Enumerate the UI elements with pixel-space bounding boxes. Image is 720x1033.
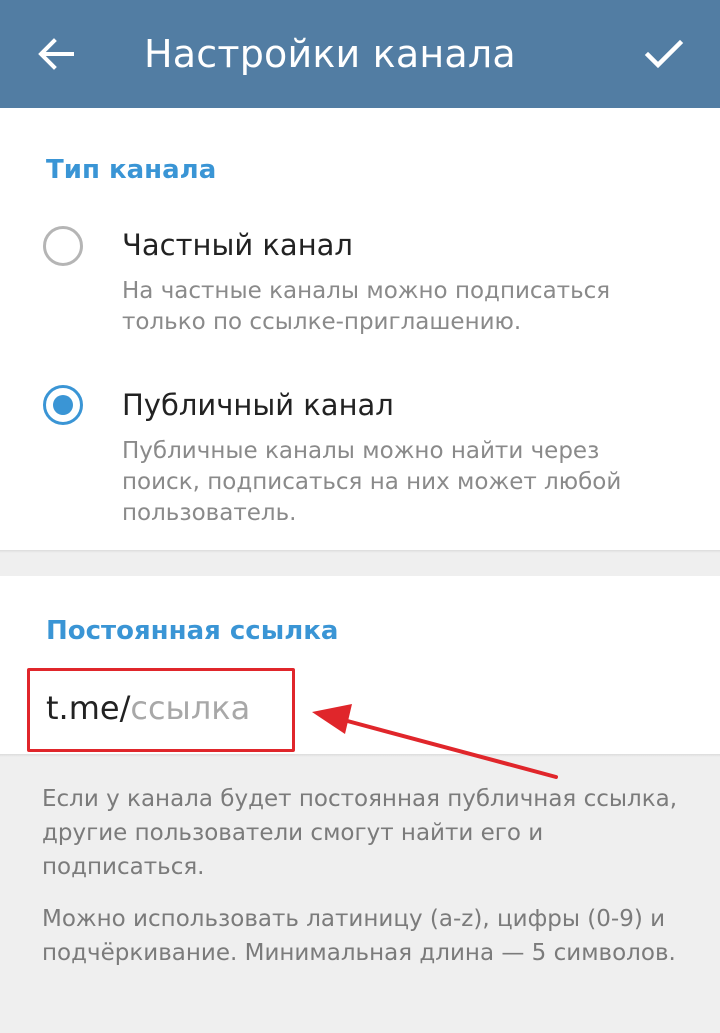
- link-rules-text: Можно использовать латиницу (a-z), цифры…: [42, 906, 676, 966]
- divider: [0, 754, 720, 757]
- app-bar: Настройки канала: [0, 0, 720, 108]
- channel-type-heading: Тип канала: [46, 155, 217, 185]
- public-channel-label[interactable]: Публичный канал: [122, 388, 394, 422]
- annotation-highlight-box: [27, 668, 295, 752]
- divider: [0, 550, 720, 553]
- arrow-left-icon: [38, 38, 74, 70]
- private-channel-radio[interactable]: [43, 226, 83, 266]
- page-title: Настройки канала: [144, 32, 516, 76]
- public-channel-radio[interactable]: [43, 385, 83, 425]
- public-channel-description: Публичные каналы можно найти через поиск…: [122, 438, 622, 526]
- link-info-text: Если у канала будет постоянная публичная…: [42, 786, 678, 880]
- private-channel-label[interactable]: Частный канал: [122, 228, 353, 262]
- back-button[interactable]: [30, 28, 82, 80]
- save-button[interactable]: [638, 28, 690, 80]
- checkmark-icon: [644, 39, 684, 69]
- private-channel-description: На частные каналы можно подписаться толь…: [122, 278, 611, 335]
- permanent-link-heading: Постоянная ссылка: [46, 616, 339, 646]
